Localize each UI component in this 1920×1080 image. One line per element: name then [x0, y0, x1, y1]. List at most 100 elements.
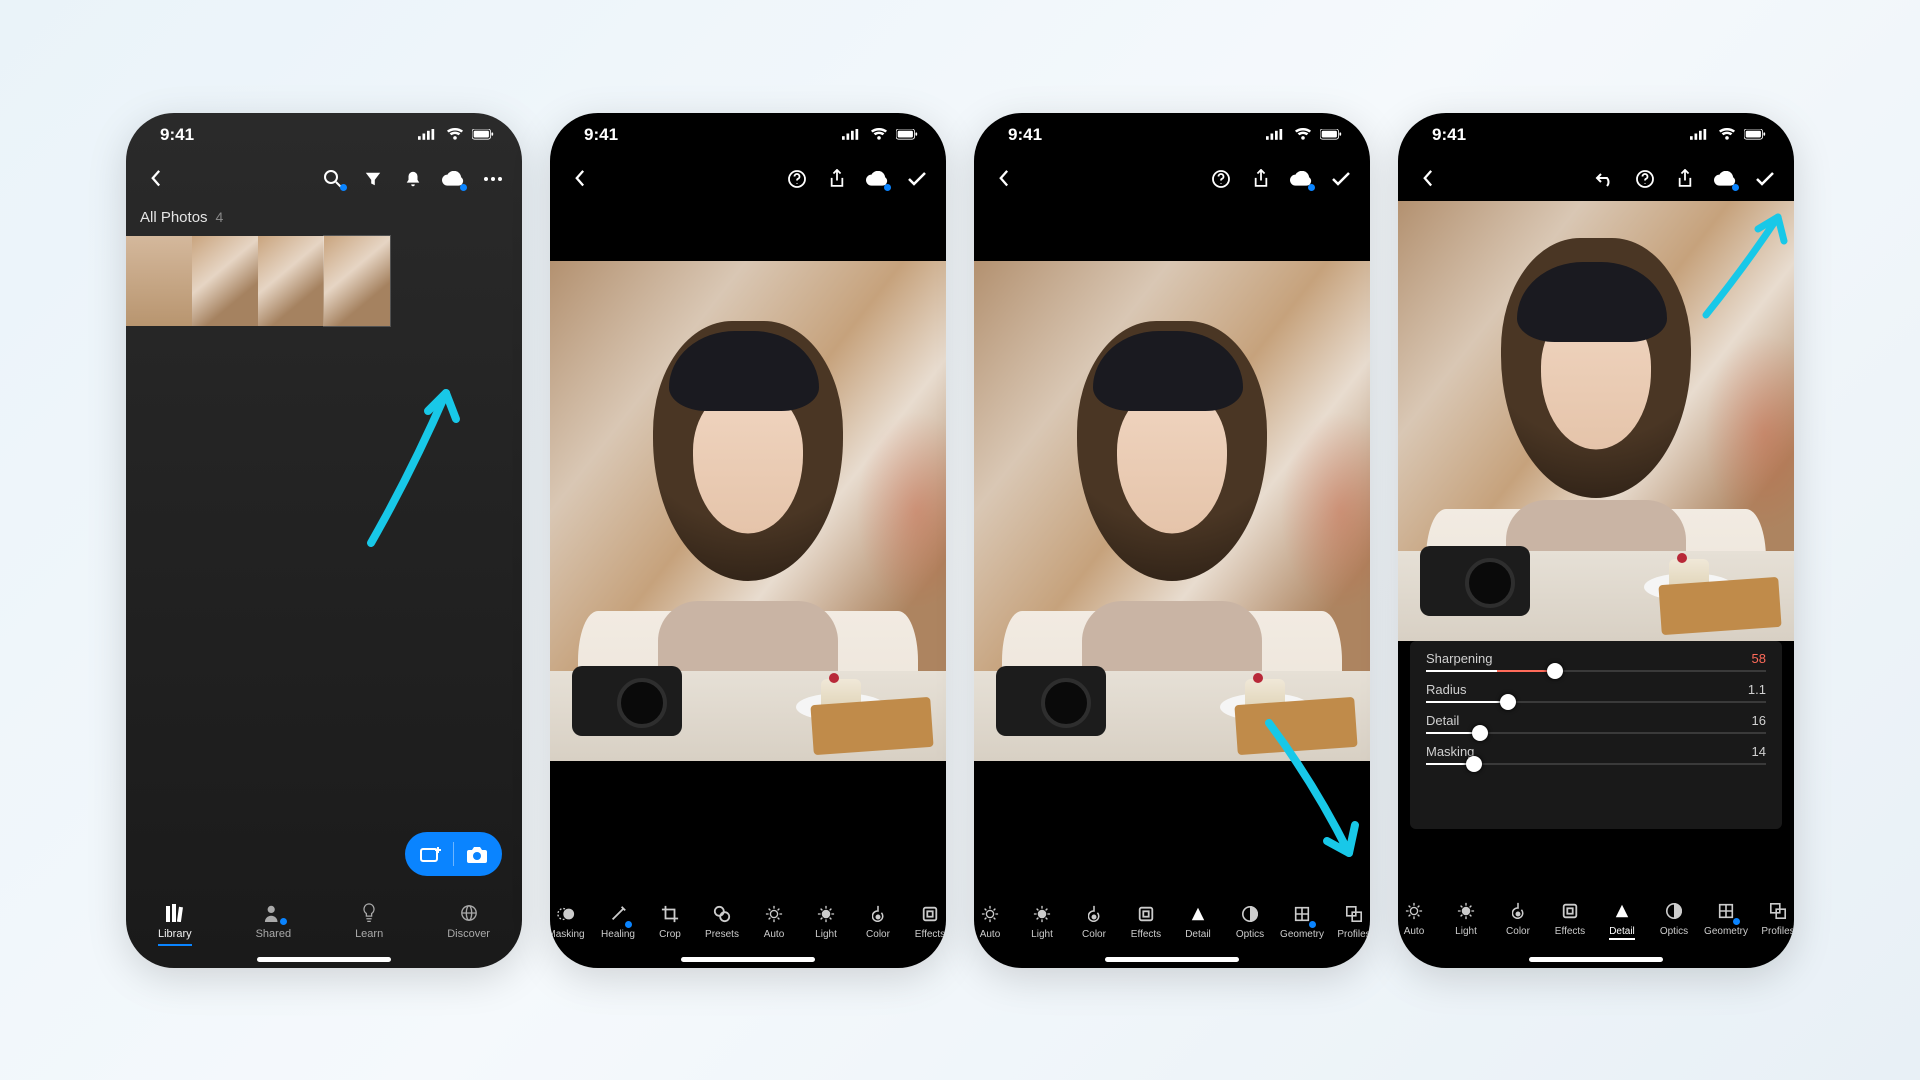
slider-track[interactable]	[1426, 670, 1766, 672]
slider-radius[interactable]: Radius 1.1	[1426, 682, 1766, 703]
tool-label: Light	[1031, 929, 1053, 940]
light-icon	[1456, 901, 1476, 921]
tool-geometry[interactable]: Geometry	[1700, 901, 1752, 940]
checkmark-icon[interactable]	[906, 168, 928, 190]
photo-canvas[interactable]	[1398, 201, 1794, 641]
cloud-sync-icon[interactable]	[1290, 168, 1312, 190]
tool-label: Color	[866, 929, 890, 940]
photo-canvas[interactable]	[974, 261, 1370, 761]
tool-geometry[interactable]: Geometry	[1276, 904, 1328, 940]
books-icon	[164, 902, 186, 924]
fab-divider	[453, 842, 454, 866]
tab-discover[interactable]: Discover	[447, 902, 490, 946]
tool-effects[interactable]: Effects	[1544, 901, 1596, 940]
clock: 9:41	[1432, 125, 1466, 145]
share-icon[interactable]	[826, 168, 848, 190]
masking-icon	[556, 904, 576, 924]
tool-label: Profiles	[1337, 929, 1370, 940]
tool-label: Color	[1506, 926, 1530, 937]
tool-auto[interactable]: Auto	[974, 904, 1016, 940]
back-icon[interactable]	[992, 168, 1014, 190]
tool-light[interactable]: Light	[1016, 904, 1068, 940]
photo-thumbnail[interactable]	[258, 236, 324, 326]
slider-detail[interactable]: Detail 16	[1426, 713, 1766, 734]
slider-track[interactable]	[1426, 763, 1766, 765]
geometry-icon	[1292, 904, 1312, 924]
tool-optics[interactable]: Optics	[1648, 901, 1700, 940]
album-title: All Photos	[140, 209, 208, 226]
back-icon[interactable]	[144, 168, 166, 190]
light-icon	[816, 904, 836, 924]
tool-label: Effects	[1131, 929, 1161, 940]
slider-knob[interactable]	[1547, 663, 1563, 679]
checkmark-icon[interactable]	[1754, 168, 1776, 190]
cloud-sync-icon[interactable]	[1714, 168, 1736, 190]
home-indicator	[257, 957, 391, 962]
slider-masking[interactable]: Masking 14	[1426, 744, 1766, 765]
photo-thumbnail[interactable]	[192, 236, 258, 326]
import-fab[interactable]	[405, 832, 502, 876]
wifi-icon	[1292, 124, 1314, 146]
slider-value: 1.1	[1748, 682, 1766, 697]
status-icons	[1264, 124, 1342, 146]
slider-knob[interactable]	[1500, 694, 1516, 710]
tab-shared[interactable]: Shared	[256, 902, 291, 946]
tool-light[interactable]: Light	[1440, 901, 1492, 940]
tool-effects[interactable]: Effects	[904, 904, 946, 940]
help-icon[interactable]	[1210, 168, 1232, 190]
tool-masking[interactable]: Masking	[550, 904, 592, 940]
tool-presets[interactable]: Presets	[696, 904, 748, 940]
tool-optics[interactable]: Optics	[1224, 904, 1276, 940]
tool-label: Geometry	[1704, 926, 1748, 937]
cloud-sync-icon[interactable]	[866, 168, 888, 190]
tab-library[interactable]: Library	[158, 902, 192, 946]
cellular-icon	[1264, 124, 1286, 146]
tool-light[interactable]: Light	[800, 904, 852, 940]
screen-detail-panel: 9:41 Sharpening 58 Radius	[1398, 113, 1794, 968]
profiles-icon	[1344, 904, 1364, 924]
tool-color[interactable]: Color	[1492, 901, 1544, 940]
tool-profiles[interactable]: Profiles	[1328, 904, 1370, 940]
back-icon[interactable]	[568, 168, 590, 190]
cellular-icon	[840, 124, 862, 146]
slider-track[interactable]	[1426, 732, 1766, 734]
tool-label: Light	[815, 929, 837, 940]
optics-icon	[1240, 904, 1260, 924]
back-icon[interactable]	[1416, 168, 1438, 190]
tool-healing[interactable]: Healing	[592, 904, 644, 940]
checkmark-icon[interactable]	[1330, 168, 1352, 190]
more-icon[interactable]	[482, 168, 504, 190]
share-icon[interactable]	[1250, 168, 1272, 190]
photo-thumbnail[interactable]	[126, 236, 192, 326]
search-icon[interactable]	[322, 168, 344, 190]
filter-icon[interactable]	[362, 168, 384, 190]
annotation-arrow	[356, 373, 486, 553]
cloud-sync-icon[interactable]	[442, 168, 464, 190]
share-icon[interactable]	[1674, 168, 1696, 190]
status-bar: 9:41	[1398, 113, 1794, 157]
tool-profiles[interactable]: Profiles	[1752, 901, 1794, 940]
album-header: All Photos 4	[126, 201, 522, 236]
tool-color[interactable]: Color	[1068, 904, 1120, 940]
slider-sharpening[interactable]: Sharpening 58	[1426, 651, 1766, 672]
slider-track[interactable]	[1426, 701, 1766, 703]
tool-detail[interactable]: Detail	[1596, 901, 1648, 940]
battery-icon	[1320, 124, 1342, 146]
tool-label: Optics	[1660, 926, 1688, 937]
undo-icon[interactable]	[1594, 168, 1616, 190]
detail-sliders-panel: Sharpening 58 Radius 1.1 Detail 16 Maski…	[1410, 641, 1782, 829]
tool-detail[interactable]: Detail	[1172, 904, 1224, 940]
help-icon[interactable]	[786, 168, 808, 190]
photo-canvas[interactable]	[550, 261, 946, 761]
bell-icon[interactable]	[402, 168, 424, 190]
tab-learn[interactable]: Learn	[355, 902, 383, 946]
tool-auto[interactable]: Auto	[748, 904, 800, 940]
help-icon[interactable]	[1634, 168, 1656, 190]
tool-auto[interactable]: Auto	[1398, 901, 1440, 940]
tool-effects[interactable]: Effects	[1120, 904, 1172, 940]
slider-knob[interactable]	[1472, 725, 1488, 741]
photo-thumbnail[interactable]	[324, 236, 390, 326]
tool-crop[interactable]: Crop	[644, 904, 696, 940]
tool-color[interactable]: Color	[852, 904, 904, 940]
slider-knob[interactable]	[1466, 756, 1482, 772]
